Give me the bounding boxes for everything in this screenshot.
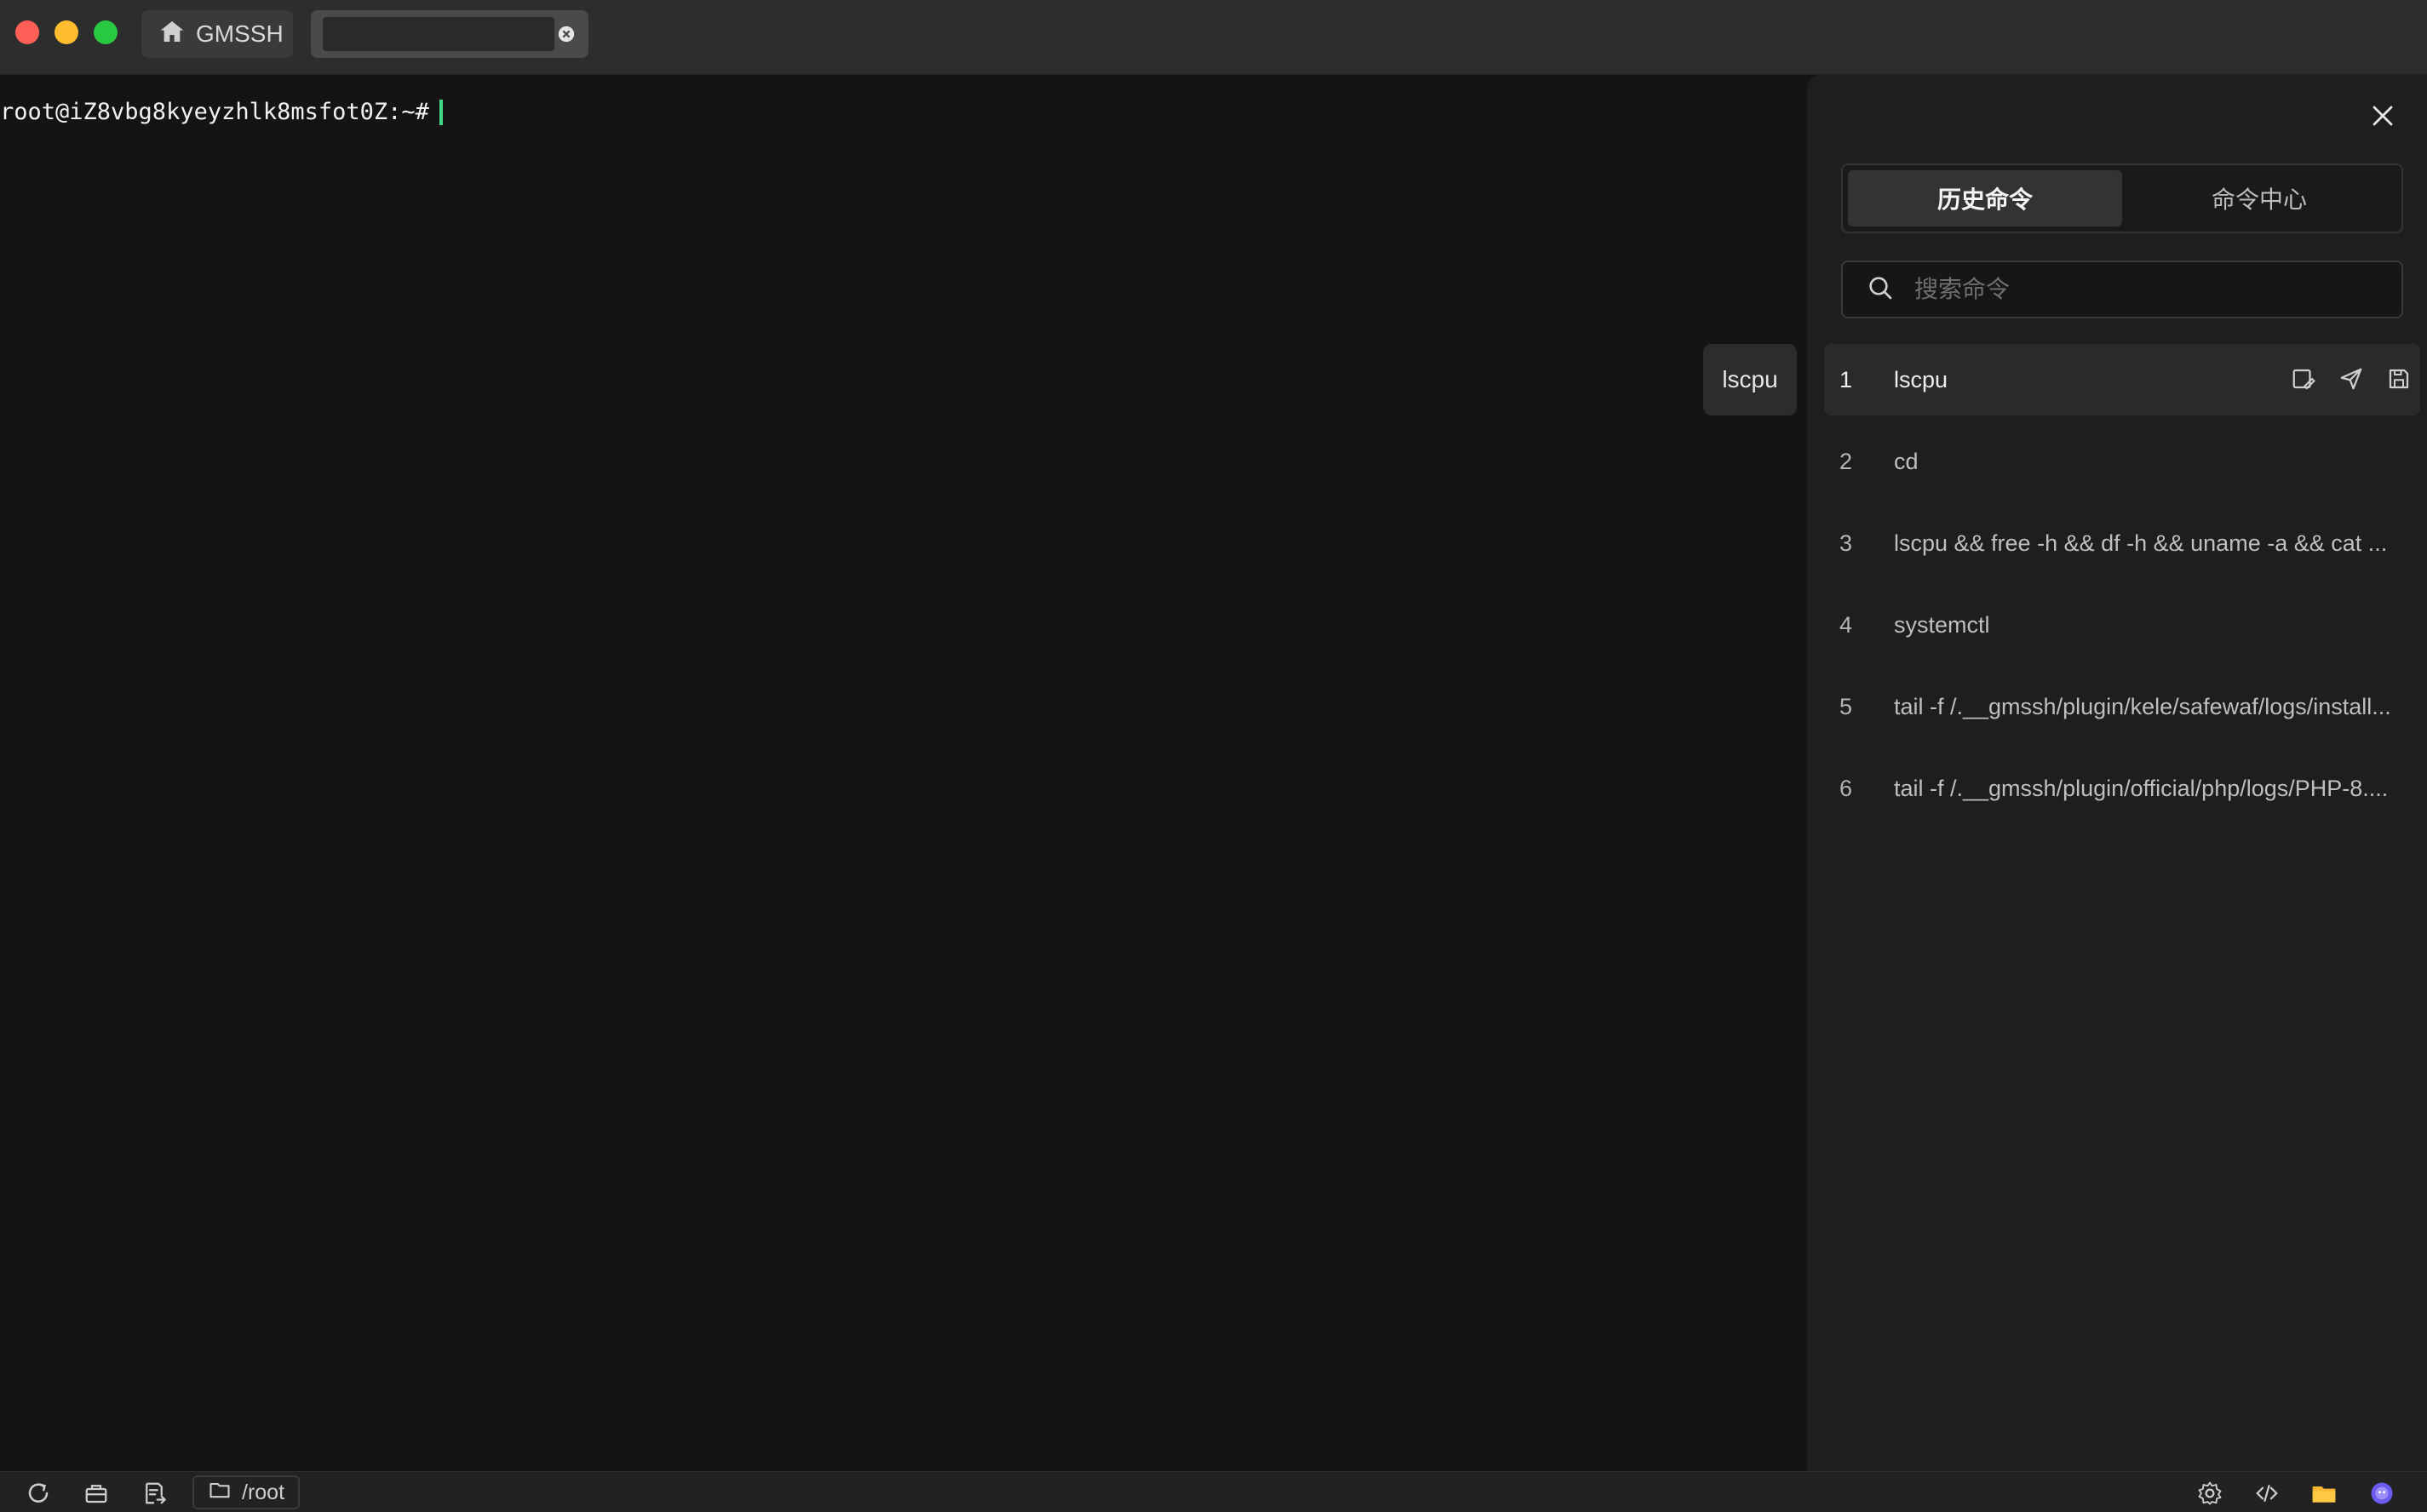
history-list: 1 lscpu 2 cd 3 lscpu && free -h && df -h… [1824,344,2420,834]
current-path: /root [242,1480,285,1504]
history-index: 5 [1839,693,1853,719]
history-index: 3 [1839,530,1853,556]
list-item[interactable]: 3 lscpu && free -h && df -h && uname -a … [1824,507,2420,579]
command-preview-tooltip: lscpu [1703,344,1797,415]
window-close-button[interactable] [15,20,39,44]
tab-history-commands[interactable]: 历史命令 [1848,170,2122,226]
history-index: 1 [1839,366,1853,392]
send-icon[interactable] [2337,364,2366,393]
history-command: lscpu && free -h && df -h && uname -a &&… [1894,530,2388,556]
title-bar: GMSSH [0,0,2427,75]
tab-close-icon[interactable] [554,22,578,46]
yellow-folder-icon[interactable] [2309,1479,2338,1508]
history-command: tail -f /.__gmssh/plugin/official/php/lo… [1894,775,2389,801]
home-icon [158,18,186,51]
list-item[interactable]: 1 lscpu [1824,344,2420,415]
code-icon[interactable] [2252,1479,2281,1508]
folder-icon [208,1478,232,1508]
tab-command-center[interactable]: 命令中心 [2122,170,2396,226]
list-item[interactable]: 6 tail -f /.__gmssh/plugin/official/php/… [1824,753,2420,824]
panel-tab-switcher: 历史命令 命令中心 [1841,163,2403,233]
tab-home[interactable]: GMSSH [141,10,293,58]
terminal-area[interactable]: root@iZ8vbg8kyeyzhlk8msfot0Z:~# [0,75,1807,1471]
window-maximize-button[interactable] [94,20,118,44]
tooltip-text: lscpu [1722,366,1778,392]
settings-gear-icon[interactable] [2195,1479,2224,1508]
file-transfer-icon[interactable] [140,1479,169,1508]
terminal-prompt: root@iZ8vbg8kyeyzhlk8msfot0Z:~# [0,99,429,125]
bottom-status-bar: /root [0,1471,2427,1512]
search-icon [1867,274,1894,306]
history-index: 4 [1839,611,1853,638]
tab-home-label: GMSSH [196,20,284,47]
assistant-avatar-icon[interactable] [2367,1479,2396,1508]
list-item[interactable]: 2 cd [1824,426,2420,497]
history-command: cd [1894,448,1919,474]
history-command: tail -f /.__gmssh/plugin/kele/safewaf/lo… [1894,693,2391,719]
window-minimize-button[interactable] [55,20,78,44]
redacted-session-name [323,17,554,51]
save-icon[interactable] [2384,364,2413,393]
command-search-box [1841,261,2403,318]
toolbox-icon[interactable] [82,1479,111,1508]
edit-icon[interactable] [2289,364,2318,393]
current-path-chip[interactable]: /root [192,1475,301,1509]
list-item[interactable]: 5 tail -f /.__gmssh/plugin/kele/safewaf/… [1824,671,2420,742]
history-index: 6 [1839,775,1853,801]
search-input[interactable] [1913,275,2390,304]
panel-close-icon[interactable] [2367,100,2398,131]
refresh-icon[interactable] [24,1479,53,1508]
terminal-cursor [439,99,443,125]
history-command: systemctl [1894,611,1990,638]
list-item[interactable]: 4 systemctl [1824,589,2420,661]
terminal-prompt-line: root@iZ8vbg8kyeyzhlk8msfot0Z:~# [0,99,443,125]
tab-session[interactable] [311,10,588,58]
row-actions [2289,364,2413,393]
history-index: 2 [1839,448,1853,474]
